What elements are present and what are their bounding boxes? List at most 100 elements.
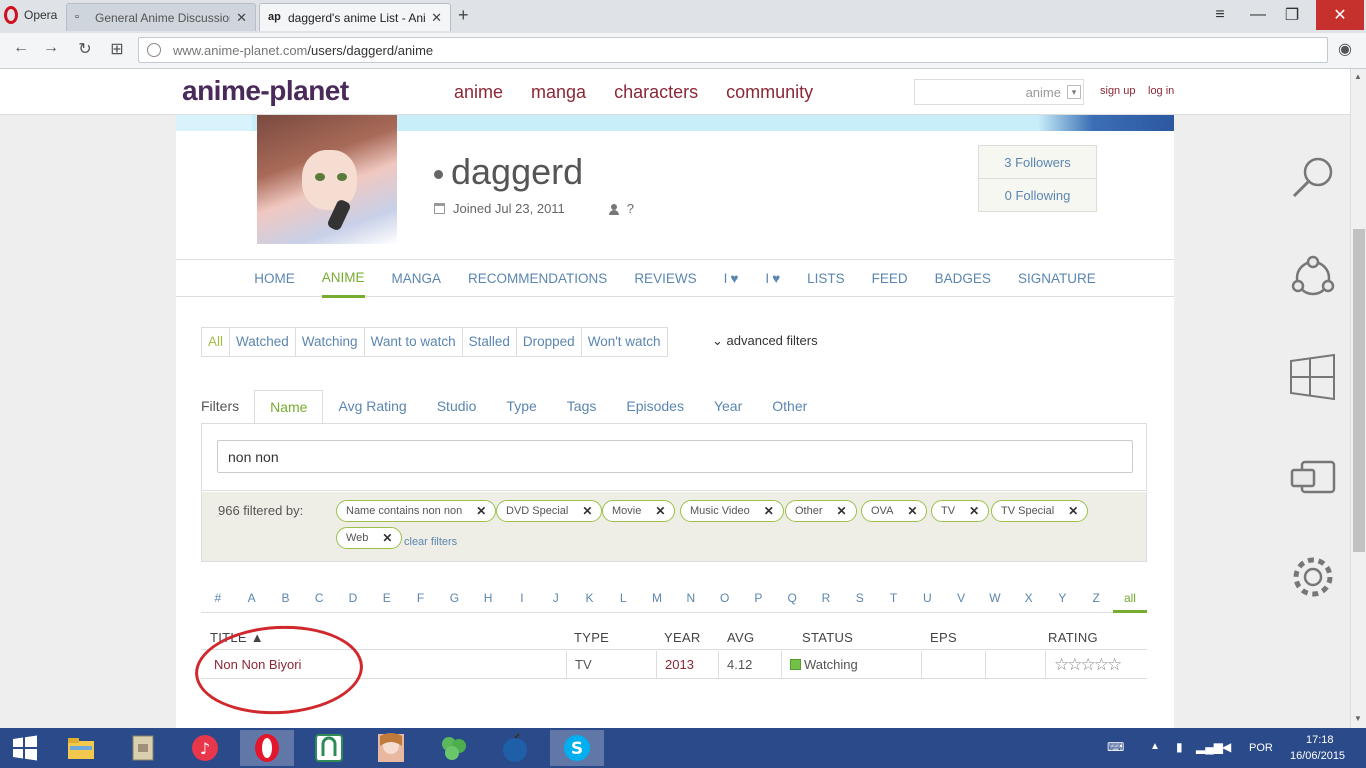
alpha-link[interactable]: P xyxy=(742,591,776,612)
url-field[interactable]: www.anime-planet.com/users/daggerd/anime xyxy=(138,37,1328,63)
new-tab-icon[interactable]: + xyxy=(458,5,469,26)
profile-tab-recommendations[interactable]: RECOMMENDATIONS xyxy=(468,260,607,298)
nav-anime[interactable]: anime xyxy=(454,82,503,103)
scrollbar-thumb[interactable] xyxy=(1353,229,1365,552)
profile-tab-hated[interactable]: I ♥ xyxy=(765,260,780,298)
volume-icon[interactable]: ◀ xyxy=(1222,740,1231,754)
status-tab-watching[interactable]: Watching xyxy=(296,328,365,356)
alpha-link[interactable]: Y xyxy=(1046,591,1080,612)
site-info-icon[interactable] xyxy=(147,43,161,57)
alpha-link[interactable]: Z xyxy=(1079,591,1113,612)
remove-filter-icon[interactable]: ✕ xyxy=(764,504,774,518)
scroll-up-arrow-icon[interactable]: ▲ xyxy=(1354,72,1362,81)
name-filter-input[interactable]: non non xyxy=(217,440,1133,473)
col-type-header[interactable]: TYPE xyxy=(574,630,609,645)
advanced-filters-toggle[interactable]: ⌄ advanced filters xyxy=(712,333,818,349)
chevron-down-icon[interactable]: ▾ xyxy=(1067,85,1081,99)
remove-filter-icon[interactable]: ✕ xyxy=(837,504,847,518)
filter-tab-episodes[interactable]: Episodes xyxy=(611,390,699,424)
alpha-link[interactable]: H xyxy=(471,591,505,612)
minimize-icon[interactable]: — xyxy=(1240,0,1276,30)
filter-tab-studio[interactable]: Studio xyxy=(422,390,492,424)
battery-icon[interactable]: ▮ xyxy=(1176,740,1183,754)
back-arrow-icon[interactable]: ← xyxy=(10,39,32,57)
forward-arrow-icon[interactable]: → xyxy=(40,39,62,57)
remove-filter-icon[interactable]: ✕ xyxy=(382,531,392,545)
site-logo[interactable]: anime-planet xyxy=(182,75,349,107)
clock-date[interactable]: 16/06/2015 xyxy=(1290,750,1345,762)
clover-app-icon[interactable] xyxy=(430,730,476,766)
alpha-link[interactable]: T xyxy=(877,591,911,612)
alpha-link[interactable]: Q xyxy=(775,591,809,612)
remove-filter-icon[interactable]: ✕ xyxy=(1068,504,1078,518)
tab-general-anime-discussion[interactable]: ▫ General Anime Discussion ✕ xyxy=(66,3,256,31)
site-search-input[interactable]: anime ▾ xyxy=(914,79,1084,105)
status-tab-want-to-watch[interactable]: Want to watch xyxy=(365,328,463,356)
profile-tab-badges[interactable]: BADGES xyxy=(935,260,991,298)
tab-daggerd-anime-list[interactable]: ap daggerd's anime List - Ani ✕ xyxy=(259,3,451,31)
col-avg-header[interactable]: AVG xyxy=(727,630,754,645)
filter-tab-year[interactable]: Year xyxy=(699,390,757,424)
profile-tab-signature[interactable]: SIGNATURE xyxy=(1018,260,1096,298)
alpha-link[interactable]: X xyxy=(1012,591,1046,612)
alpha-link[interactable]: U xyxy=(910,591,944,612)
share-charm-icon[interactable] xyxy=(1288,253,1338,303)
remove-filter-icon[interactable]: ✕ xyxy=(582,504,592,518)
profile-tab-reviews[interactable]: REVIEWS xyxy=(634,260,696,298)
status-tab-watched[interactable]: Watched xyxy=(230,328,296,356)
nav-characters[interactable]: characters xyxy=(614,82,698,103)
profile-tab-lists[interactable]: LISTS xyxy=(807,260,845,298)
profile-tab-feed[interactable]: FEED xyxy=(872,260,908,298)
tab-menu-icon[interactable]: ≡ xyxy=(1202,0,1238,30)
clock-time[interactable]: 17:18 xyxy=(1306,734,1334,746)
skype-icon[interactable]: S xyxy=(550,730,604,766)
alpha-link[interactable]: C xyxy=(302,591,336,612)
search-charm-icon[interactable] xyxy=(1288,152,1338,202)
close-tab-icon[interactable]: ✕ xyxy=(236,10,247,26)
status-tab-all[interactable]: All xyxy=(202,328,231,356)
remove-filter-icon[interactable]: ✕ xyxy=(655,504,665,518)
start-button[interactable] xyxy=(0,730,50,766)
alpha-link[interactable]: E xyxy=(370,591,404,612)
login-link[interactable]: log in xyxy=(1148,85,1174,97)
anime-year-link[interactable]: 2013 xyxy=(665,657,694,672)
alpha-link[interactable]: V xyxy=(944,591,978,612)
alpha-link[interactable]: A xyxy=(235,591,269,612)
remove-filter-icon[interactable]: ✕ xyxy=(476,504,486,518)
remove-filter-icon[interactable]: ✕ xyxy=(969,504,979,518)
filter-tab-tags[interactable]: Tags xyxy=(552,390,612,424)
remove-filter-icon[interactable]: ✕ xyxy=(907,504,917,518)
settings-gear-icon[interactable] xyxy=(1288,552,1338,602)
col-eps-header[interactable]: EPS xyxy=(930,630,957,645)
followers-link[interactable]: 3 Followers xyxy=(979,146,1096,179)
status-tab-stalled[interactable]: Stalled xyxy=(463,328,517,356)
filter-tab-other[interactable]: Other xyxy=(757,390,822,424)
close-tab-icon[interactable]: ✕ xyxy=(431,10,442,26)
alpha-link[interactable]: O xyxy=(708,591,742,612)
filter-tab-name[interactable]: Name xyxy=(254,390,324,424)
utorrent-green-icon[interactable] xyxy=(306,730,352,766)
nav-community[interactable]: community xyxy=(726,82,813,103)
alpha-link[interactable]: J xyxy=(539,591,573,612)
alpha-link[interactable]: G xyxy=(437,591,471,612)
col-year-header[interactable]: YEAR xyxy=(664,630,701,645)
alpha-link[interactable]: N xyxy=(674,591,708,612)
anime-app-icon[interactable] xyxy=(368,730,414,766)
alpha-link[interactable]: L xyxy=(606,591,640,612)
alpha-link-all[interactable]: all xyxy=(1113,591,1147,613)
archive-app-icon[interactable] xyxy=(120,730,166,766)
tray-chevron-up-icon[interactable]: ▲ xyxy=(1150,741,1160,752)
alpha-link[interactable]: F xyxy=(404,591,438,612)
row-eps-cell[interactable] xyxy=(921,651,985,678)
search-scope-select[interactable]: anime xyxy=(1026,85,1061,100)
language-indicator[interactable]: POR xyxy=(1249,742,1273,754)
start-charm-icon[interactable] xyxy=(1288,352,1338,402)
signal-icon[interactable]: ▂▄▆ xyxy=(1196,740,1223,754)
profile-tab-loved[interactable]: I ♥ xyxy=(724,260,739,298)
itunes-icon[interactable]: ♪ xyxy=(182,730,228,766)
alpha-link[interactable]: R xyxy=(809,591,843,612)
star-rating-input[interactable]: ☆☆☆☆☆ xyxy=(1054,655,1122,675)
alpha-link[interactable]: I xyxy=(505,591,539,612)
col-rating-header[interactable]: RATING xyxy=(1048,630,1098,645)
file-explorer-icon[interactable] xyxy=(58,730,104,766)
